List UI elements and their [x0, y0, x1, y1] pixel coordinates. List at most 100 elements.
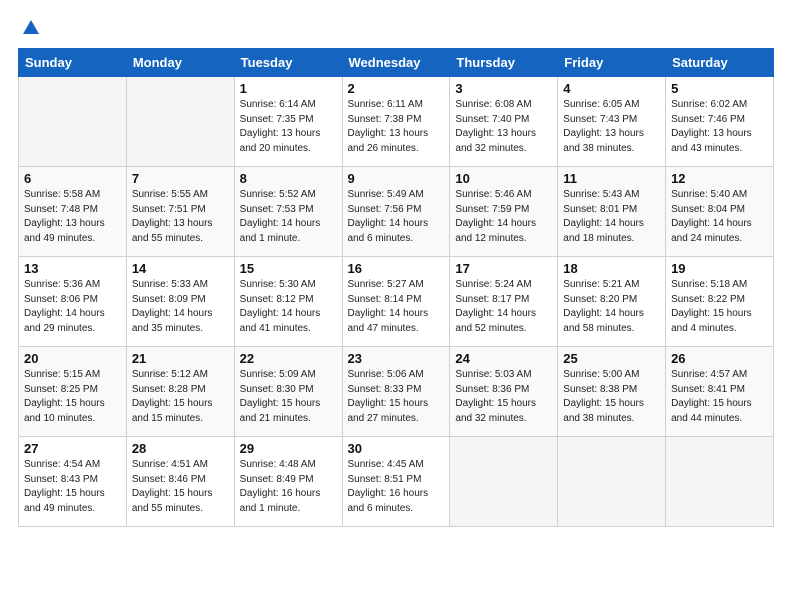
calendar-day-cell: 12Sunrise: 5:40 AM Sunset: 8:04 PM Dayli…: [666, 167, 774, 257]
day-number: 8: [240, 171, 337, 186]
day-number: 5: [671, 81, 768, 96]
day-info: Sunrise: 5:55 AM Sunset: 7:51 PM Dayligh…: [132, 188, 229, 246]
day-info: Sunrise: 5:27 AM Sunset: 8:14 PM Dayligh…: [348, 278, 445, 336]
weekday-header-saturday: Saturday: [666, 49, 774, 77]
calendar-day-cell: 28 Sunrise: 4:51 AM Sunset: 8:46 PM Dayli…: [126, 437, 234, 527]
day-info: Sunrise: 6:11 AM Sunset: 7:38 PM Dayligh…: [348, 98, 445, 156]
calendar-day-cell: 6 Sunrise: 5:58 AM Sunset: 7:48 PM Daylig…: [19, 167, 127, 257]
day-info: Sunrise: 5:06 AM Sunset: 8:33 PM Dayligh…: [348, 368, 445, 426]
day-info: Sunrise: 5:15 AM Sunset: 8:25 PM Dayligh…: [24, 368, 121, 426]
day-info: Sunrise: 5:09 AM Sunset: 8:30 PM Dayligh…: [240, 368, 337, 426]
day-info: Sunrise: 5:18 AM Sunset: 8:22 PM Dayligh…: [671, 278, 768, 336]
day-number: 19: [671, 261, 768, 276]
weekday-header-wednesday: Wednesday: [342, 49, 450, 77]
day-info: Sunrise: 6:02 AM Sunset: 7:46 PM Dayligh…: [671, 98, 768, 156]
calendar-day-cell: 21 Sunrise: 5:12 AM Sunset: 8:28 PM Dayli…: [126, 347, 234, 437]
page-header: [18, 18, 774, 38]
day-number: 17: [455, 261, 552, 276]
day-number: 1: [240, 81, 337, 96]
day-number: 18: [563, 261, 660, 276]
day-number: 24: [455, 351, 552, 366]
day-number: 27: [24, 441, 121, 456]
day-number: 10: [455, 171, 552, 186]
calendar-week-row: 6 Sunrise: 5:58 AM Sunset: 7:48 PM Daylig…: [19, 167, 774, 257]
day-info: Sunrise: 6:05 AM Sunset: 7:43 PM Dayligh…: [563, 98, 660, 156]
day-number: 3: [455, 81, 552, 96]
calendar-day-cell: 18 Sunrise: 5:21 AM Sunset: 8:20 PM Dayli…: [558, 257, 666, 347]
day-info: Sunrise: 5:40 AM Sunset: 8:04 PM Dayligh…: [671, 188, 768, 246]
day-number: 14: [132, 261, 229, 276]
weekday-header-thursday: Thursday: [450, 49, 558, 77]
calendar-day-cell: 9 Sunrise: 5:49 AM Sunset: 7:56 PM Daylig…: [342, 167, 450, 257]
day-number: 6: [24, 171, 121, 186]
day-info: Sunrise: 5:58 AM Sunset: 7:48 PM Dayligh…: [24, 188, 121, 246]
day-info: Sunrise: 5:52 AM Sunset: 7:53 PM Dayligh…: [240, 188, 337, 246]
day-number: 4: [563, 81, 660, 96]
calendar-day-cell: 19 Sunrise: 5:18 AM Sunset: 8:22 PM Dayli…: [666, 257, 774, 347]
weekday-header-friday: Friday: [558, 49, 666, 77]
day-number: 26: [671, 351, 768, 366]
calendar-day-cell: 15 Sunrise: 5:30 AM Sunset: 8:12 PM Dayli…: [234, 257, 342, 347]
day-info: Sunrise: 5:49 AM Sunset: 7:56 PM Dayligh…: [348, 188, 445, 246]
day-number: 15: [240, 261, 337, 276]
weekday-header-sunday: Sunday: [19, 49, 127, 77]
day-number: 28: [132, 441, 229, 456]
calendar-day-cell: 22 Sunrise: 5:09 AM Sunset: 8:30 PM Dayli…: [234, 347, 342, 437]
day-info: Sunrise: 5:46 AM Sunset: 7:59 PM Dayligh…: [455, 188, 552, 246]
day-number: 16: [348, 261, 445, 276]
day-number: 20: [24, 351, 121, 366]
calendar-day-cell: 16 Sunrise: 5:27 AM Sunset: 8:14 PM Dayli…: [342, 257, 450, 347]
calendar-week-row: 20 Sunrise: 5:15 AM Sunset: 8:25 PM Dayli…: [19, 347, 774, 437]
calendar-day-cell: 4 Sunrise: 6:05 AM Sunset: 7:43 PM Daylig…: [558, 77, 666, 167]
calendar-day-cell: 29Sunrise: 4:48 AM Sunset: 8:49 PM Dayli…: [234, 437, 342, 527]
weekday-header-monday: Monday: [126, 49, 234, 77]
calendar-day-cell: [558, 437, 666, 527]
logo-icon: [21, 18, 41, 38]
calendar-day-cell: 25Sunrise: 5:00 AM Sunset: 8:38 PM Dayli…: [558, 347, 666, 437]
day-number: 21: [132, 351, 229, 366]
day-info: Sunrise: 4:51 AM Sunset: 8:46 PM Dayligh…: [132, 458, 229, 516]
calendar-week-row: 27 Sunrise: 4:54 AM Sunset: 8:43 PM Dayli…: [19, 437, 774, 527]
day-number: 22: [240, 351, 337, 366]
day-info: Sunrise: 4:54 AM Sunset: 8:43 PM Dayligh…: [24, 458, 121, 516]
calendar-day-cell: 8 Sunrise: 5:52 AM Sunset: 7:53 PM Daylig…: [234, 167, 342, 257]
calendar-day-cell: [19, 77, 127, 167]
calendar-day-cell: [666, 437, 774, 527]
day-number: 7: [132, 171, 229, 186]
calendar-table: SundayMondayTuesdayWednesdayThursdayFrid…: [18, 48, 774, 527]
calendar-day-cell: 5 Sunrise: 6:02 AM Sunset: 7:46 PM Daylig…: [666, 77, 774, 167]
calendar-week-row: 1 Sunrise: 6:14 AM Sunset: 7:35 PM Daylig…: [19, 77, 774, 167]
calendar-day-cell: [450, 437, 558, 527]
day-number: 29: [240, 441, 337, 456]
calendar-day-cell: 14 Sunrise: 5:33 AM Sunset: 8:09 PM Dayli…: [126, 257, 234, 347]
day-info: Sunrise: 6:08 AM Sunset: 7:40 PM Dayligh…: [455, 98, 552, 156]
calendar-day-cell: 23 Sunrise: 5:06 AM Sunset: 8:33 PM Dayli…: [342, 347, 450, 437]
calendar-day-cell: 13Sunrise: 5:36 AM Sunset: 8:06 PM Dayli…: [19, 257, 127, 347]
day-number: 13: [24, 261, 121, 276]
day-info: Sunrise: 6:14 AM Sunset: 7:35 PM Dayligh…: [240, 98, 337, 156]
calendar-day-cell: 7 Sunrise: 5:55 AM Sunset: 7:51 PM Daylig…: [126, 167, 234, 257]
calendar-day-cell: 11Sunrise: 5:43 AM Sunset: 8:01 PM Dayli…: [558, 167, 666, 257]
weekday-header-tuesday: Tuesday: [234, 49, 342, 77]
day-info: Sunrise: 5:21 AM Sunset: 8:20 PM Dayligh…: [563, 278, 660, 336]
day-number: 2: [348, 81, 445, 96]
calendar-day-cell: 24 Sunrise: 5:03 AM Sunset: 8:36 PM Dayli…: [450, 347, 558, 437]
day-info: Sunrise: 5:33 AM Sunset: 8:09 PM Dayligh…: [132, 278, 229, 336]
calendar-day-cell: [126, 77, 234, 167]
day-number: 23: [348, 351, 445, 366]
day-number: 11: [563, 171, 660, 186]
day-number: 25: [563, 351, 660, 366]
calendar-day-cell: 3 Sunrise: 6:08 AM Sunset: 7:40 PM Daylig…: [450, 77, 558, 167]
day-number: 9: [348, 171, 445, 186]
day-info: Sunrise: 5:12 AM Sunset: 8:28 PM Dayligh…: [132, 368, 229, 426]
day-info: Sunrise: 5:24 AM Sunset: 8:17 PM Dayligh…: [455, 278, 552, 336]
day-info: Sunrise: 5:03 AM Sunset: 8:36 PM Dayligh…: [455, 368, 552, 426]
logo: [18, 18, 41, 38]
calendar-day-cell: 2 Sunrise: 6:11 AM Sunset: 7:38 PM Daylig…: [342, 77, 450, 167]
calendar-day-cell: 26 Sunrise: 4:57 AM Sunset: 8:41 PM Dayli…: [666, 347, 774, 437]
calendar-day-cell: 10 Sunrise: 5:46 AM Sunset: 7:59 PM Dayli…: [450, 167, 558, 257]
day-number: 30: [348, 441, 445, 456]
day-info: Sunrise: 5:30 AM Sunset: 8:12 PM Dayligh…: [240, 278, 337, 336]
calendar-week-row: 13Sunrise: 5:36 AM Sunset: 8:06 PM Dayli…: [19, 257, 774, 347]
day-info: Sunrise: 4:57 AM Sunset: 8:41 PM Dayligh…: [671, 368, 768, 426]
